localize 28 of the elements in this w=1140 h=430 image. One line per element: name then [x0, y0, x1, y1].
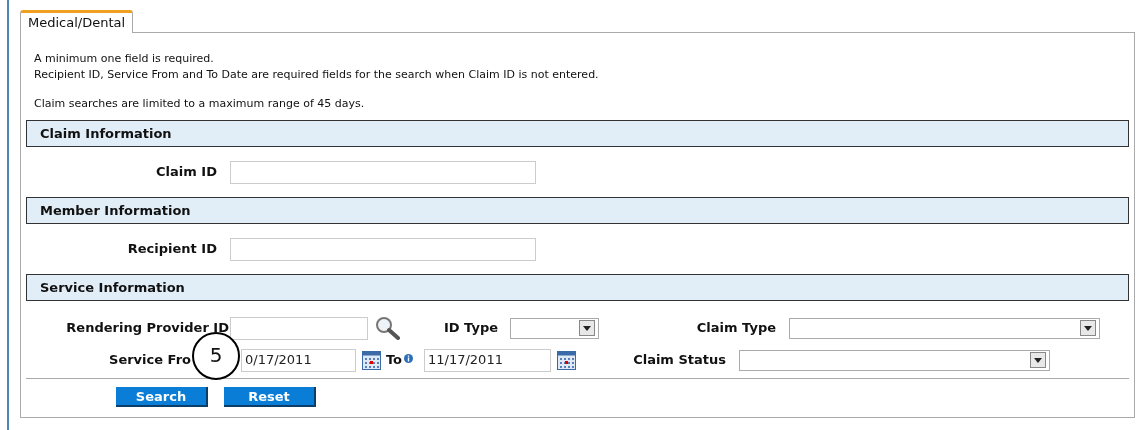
search-icon[interactable] [375, 316, 401, 340]
dropdown-field[interactable] [789, 317, 1100, 339]
field-label: Service Fro [109, 351, 191, 370]
section-header: Claim Information [26, 120, 1129, 147]
date-field[interactable]: 0/17/2011 [241, 348, 356, 372]
callout-marker: 5 [192, 332, 240, 380]
action-button[interactable]: Reset [224, 387, 316, 407]
text-field[interactable] [230, 316, 368, 340]
note-text: Claim searches are limited to a maximum range of 45 days. [34, 96, 365, 112]
calendar-icon[interactable] [362, 350, 381, 370]
tab[interactable]: Medical/Dental [20, 10, 134, 33]
dropdown-field[interactable] [739, 349, 1050, 371]
field-label: ID Type [443, 319, 498, 338]
field-label: Claim Status [633, 351, 726, 370]
section-header: Member Information [26, 197, 1129, 224]
note-text: Recipient ID, Service From and To Date are required fields for the search when Claim ID is not entered. [34, 67, 599, 83]
field-label: Claim ID [156, 163, 217, 182]
section-header: Service Information [26, 274, 1129, 301]
field-label: Recipient ID [127, 240, 217, 259]
dropdown-field[interactable] [510, 317, 599, 339]
calendar-icon[interactable] [557, 350, 576, 370]
field-label: To [385, 351, 402, 370]
field-label: Claim Type [696, 319, 776, 338]
date-field[interactable]: 11/17/2011 [424, 348, 551, 372]
text-field[interactable] [230, 160, 536, 184]
text-field[interactable] [230, 237, 536, 261]
note-text: A minimum one field is required. [34, 51, 214, 67]
action-button[interactable]: Search [116, 387, 208, 407]
